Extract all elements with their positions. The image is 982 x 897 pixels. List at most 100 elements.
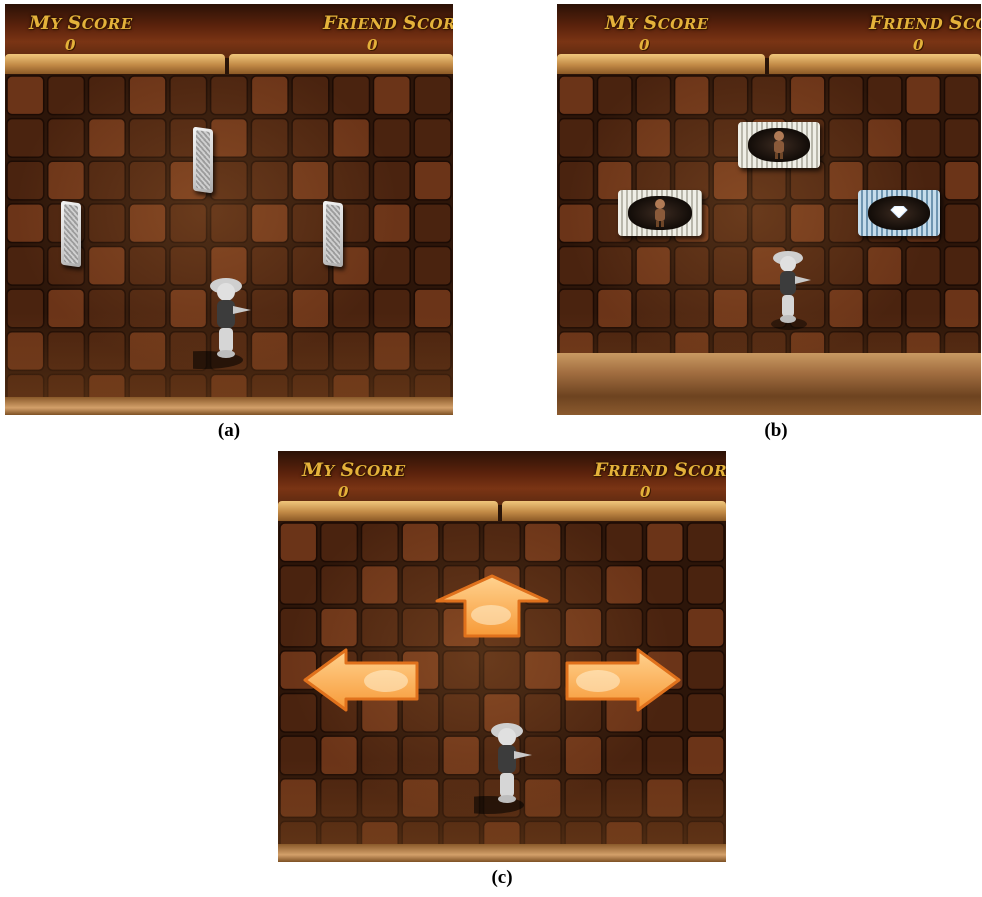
- floor-tile: [209, 203, 249, 244]
- explorer-character: [193, 278, 251, 369]
- move-right-arrow[interactable]: [564, 647, 682, 713]
- floor-tile: [905, 117, 942, 158]
- character-icon: [655, 199, 665, 227]
- floor-tile: [291, 331, 330, 372]
- floor-tile: [46, 288, 86, 329]
- floor-tile: [279, 522, 318, 563]
- my-score-value: 0: [639, 36, 650, 54]
- my-score-label: MY SCORE: [29, 12, 133, 34]
- floor-tile: [596, 75, 633, 116]
- floor-tile: [128, 203, 167, 244]
- floor-tile: [605, 564, 644, 605]
- floor-tile: [596, 245, 633, 286]
- floor-tile: [332, 160, 371, 201]
- floor-tile: [686, 692, 725, 733]
- floor-tile: [605, 735, 644, 776]
- floor-tile: [128, 245, 167, 286]
- floor-tile: [635, 245, 672, 286]
- caption-a: (a): [217, 420, 241, 441]
- caption-c: (c): [491, 867, 513, 888]
- revealed-card-character-left[interactable]: [618, 190, 702, 236]
- floor-tile: [482, 650, 522, 691]
- floor-tile: [605, 522, 644, 563]
- floor-tile: [128, 160, 167, 201]
- floor-tile: [645, 522, 684, 563]
- explorer-character: [771, 251, 811, 330]
- floor-tile: [558, 117, 595, 158]
- floor-tile: [319, 607, 359, 648]
- floor-tile: [712, 203, 749, 244]
- floor-tile: [360, 522, 399, 563]
- floor-tile: [46, 331, 86, 372]
- floor-tile: [712, 288, 749, 329]
- floor-tile: [87, 117, 126, 158]
- explorer-character: [474, 723, 532, 814]
- floor-tile: [866, 75, 903, 116]
- floor-tile: [372, 75, 411, 116]
- floor-tile: [87, 288, 126, 329]
- floor-tile: [319, 735, 359, 776]
- floor-tile: [645, 735, 684, 776]
- floor-tile: [6, 331, 45, 372]
- floor-tile: [905, 245, 942, 286]
- floor-tile: [360, 607, 399, 648]
- floor-tile: [712, 245, 749, 286]
- floor-tile: [686, 522, 725, 563]
- my-score-label: MY SCORE: [302, 459, 406, 481]
- floor-tile: [605, 607, 644, 648]
- standing-card-right[interactable]: [323, 200, 343, 268]
- floor-tile: [828, 288, 865, 329]
- floor-tile: [401, 735, 440, 776]
- floor-tile: [673, 75, 710, 116]
- floor-tile: [943, 203, 980, 244]
- floor-tile: [750, 203, 787, 244]
- floor-tile: [209, 117, 249, 158]
- caption-b: (b): [764, 420, 788, 441]
- floor-tile: [635, 288, 672, 329]
- floor-tile: [128, 75, 167, 116]
- standing-card-left[interactable]: [61, 200, 81, 268]
- floor-tile: [605, 778, 644, 819]
- floor-tile: [635, 75, 672, 116]
- floor-tile: [291, 160, 330, 201]
- floor-tile: [673, 117, 710, 158]
- floor-tile: [413, 75, 452, 116]
- floor-tile: [279, 564, 318, 605]
- floor-tile: [905, 288, 942, 329]
- floor-tile: [250, 203, 289, 244]
- friend-score-value: 0: [913, 36, 924, 54]
- floor-tile: [46, 160, 86, 201]
- floor-tile: [87, 160, 126, 201]
- floor-tile: [332, 117, 371, 158]
- move-up-arrow[interactable]: [433, 573, 551, 639]
- floor-tile: [332, 288, 371, 329]
- standing-card-center[interactable]: [193, 126, 213, 194]
- floor-tile: [291, 75, 330, 116]
- floor-tile: [401, 778, 440, 819]
- floor-tile: [128, 288, 167, 329]
- move-left-arrow[interactable]: [302, 647, 420, 713]
- floor-tile: [564, 607, 603, 648]
- floor-tile: [87, 203, 126, 244]
- floor-tile: [673, 288, 710, 329]
- floor-tile: [564, 735, 603, 776]
- floor-tile: [866, 245, 903, 286]
- floor-tile: [87, 331, 126, 372]
- floor-tile: [413, 117, 452, 158]
- floor-tile: [673, 245, 710, 286]
- floor-tile: [279, 735, 318, 776]
- my-score-value: 0: [65, 36, 76, 54]
- floor-tile: [372, 245, 411, 286]
- floor-tile: [686, 650, 725, 691]
- floor-tile: [413, 288, 452, 329]
- floor-tile: [564, 522, 603, 563]
- floor-tile: [6, 160, 45, 201]
- floor-tile: [943, 117, 980, 158]
- revealed-card-character-top[interactable]: [738, 122, 820, 168]
- revealed-card-diamond-right[interactable]: [858, 190, 940, 236]
- floor-tile: [87, 75, 126, 116]
- floor-tile: [686, 607, 725, 648]
- game-screen-b: MY SCORE 0 FRIEND SCORE 0: [557, 4, 981, 415]
- floor-tile: [645, 778, 684, 819]
- floor-tile: [250, 117, 289, 158]
